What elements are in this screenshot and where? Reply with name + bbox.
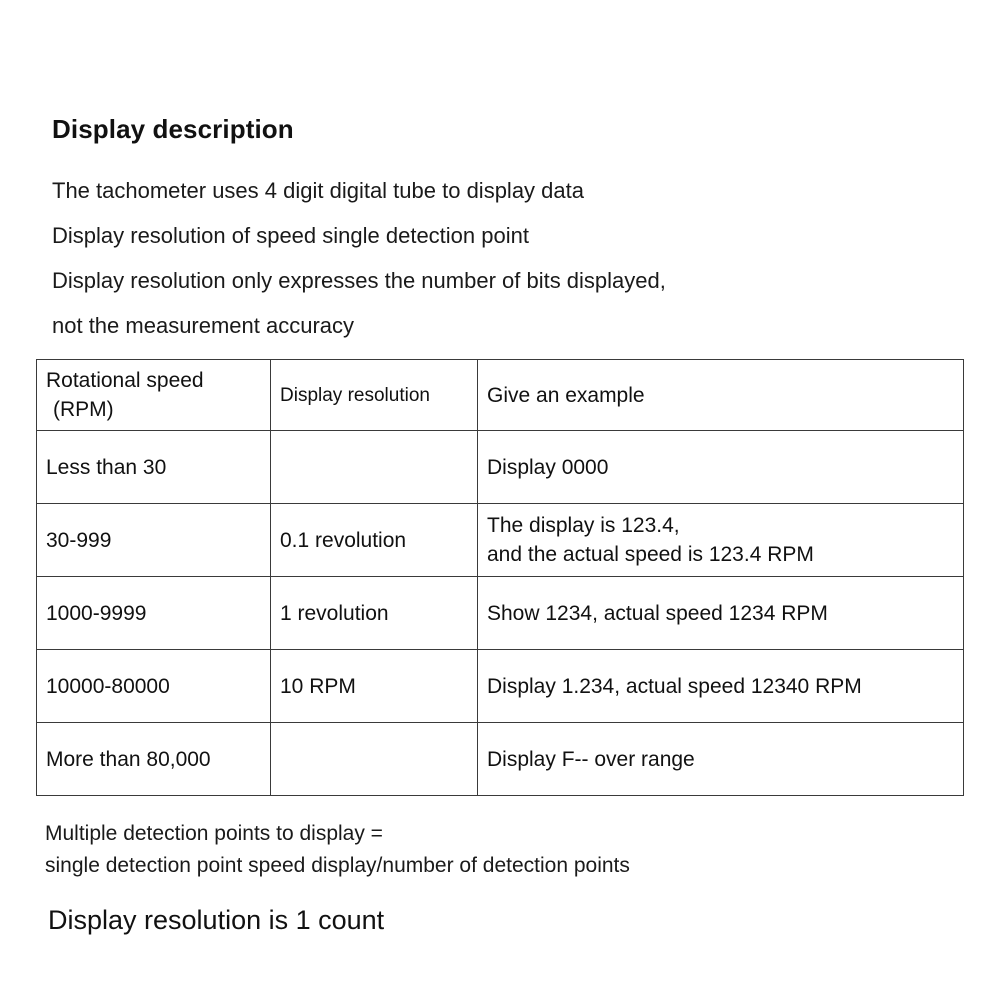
header-cell-display-resolution: Display resolution bbox=[270, 359, 478, 431]
cell-speed-range: 1000-9999 bbox=[36, 576, 271, 650]
speed-range-value: More than 80,000 bbox=[46, 747, 211, 771]
example-line1: Display 1.234, actual speed 12340 RPM bbox=[487, 674, 862, 698]
speed-range-value: Less than 30 bbox=[46, 455, 167, 479]
header-resolution-label: Display resolution bbox=[280, 384, 430, 406]
intro-line: Display resolution of speed single detec… bbox=[52, 223, 529, 248]
header-cell-give-an-example: Give an example bbox=[477, 359, 964, 431]
cell-example: Display 0000 bbox=[477, 430, 964, 504]
header-example-label: Give an example bbox=[487, 383, 645, 407]
cell-resolution bbox=[270, 722, 478, 796]
example-line1: Show 1234, actual speed 1234 RPM bbox=[487, 601, 828, 625]
cell-resolution: 10 RPM bbox=[270, 649, 478, 723]
cell-speed-range: 10000-80000 bbox=[36, 649, 271, 723]
intro-line: Display resolution only expresses the nu… bbox=[52, 268, 666, 293]
note-line: Multiple detection points to display = bbox=[45, 822, 383, 845]
cell-resolution: 1 revolution bbox=[270, 576, 478, 650]
resolution-value: 1 revolution bbox=[280, 601, 389, 625]
intro-paragraph: The tachometer uses 4 digit digital tube… bbox=[52, 168, 952, 348]
table-row: 10000-80000 10 RPM Display 1.234, actual… bbox=[36, 649, 964, 723]
cell-example: Display F-- over range bbox=[477, 722, 964, 796]
cell-example: Show 1234, actual speed 1234 RPM bbox=[477, 576, 964, 650]
speed-range-value: 10000-80000 bbox=[46, 674, 170, 698]
cell-resolution bbox=[270, 430, 478, 504]
resolution-value: 10 RPM bbox=[280, 674, 356, 698]
display-resolution-table: Rotational speed (RPM) Display resolutio… bbox=[36, 359, 964, 796]
table-row: More than 80,000 Display F-- over range bbox=[36, 722, 964, 796]
resolution-value: 0.1 revolution bbox=[280, 528, 407, 552]
table-row: Less than 30 Display 0000 bbox=[36, 430, 964, 504]
example-line1: Display F-- over range bbox=[487, 747, 695, 771]
cell-speed-range: 30-999 bbox=[36, 503, 271, 577]
cell-speed-range: More than 80,000 bbox=[36, 722, 271, 796]
table-header-row: Rotational speed (RPM) Display resolutio… bbox=[36, 359, 964, 431]
example-line1: Display 0000 bbox=[487, 455, 609, 479]
example-line1: The display is 123.4, bbox=[487, 514, 680, 537]
document-page: Display description The tachometer uses … bbox=[0, 0, 1000, 1000]
header-speed-line2: (RPM) bbox=[53, 398, 114, 421]
cell-speed-range: Less than 30 bbox=[36, 430, 271, 504]
note-line: single detection point speed display/num… bbox=[45, 854, 630, 877]
header-speed-line1: Rotational speed bbox=[46, 369, 204, 392]
header-cell-rotational-speed: Rotational speed (RPM) bbox=[36, 359, 271, 431]
example-line2: and the actual speed is 123.4 RPM bbox=[487, 543, 814, 566]
speed-range-value: 1000-9999 bbox=[46, 601, 147, 625]
display-resolution-statement: Display resolution is 1 count bbox=[48, 905, 385, 935]
table-row: 1000-9999 1 revolution Show 1234, actual… bbox=[36, 576, 964, 650]
cell-example: Display 1.234, actual speed 12340 RPM bbox=[477, 649, 964, 723]
page-title: Display description bbox=[52, 114, 294, 145]
intro-line: The tachometer uses 4 digit digital tube… bbox=[52, 178, 584, 203]
speed-range-value: 30-999 bbox=[46, 528, 112, 552]
footer-notes: Multiple detection points to display = s… bbox=[45, 818, 965, 882]
cell-resolution: 0.1 revolution bbox=[270, 503, 478, 577]
cell-example: The display is 123.4, and the actual spe… bbox=[477, 503, 964, 577]
intro-line: not the measurement accuracy bbox=[52, 313, 355, 338]
table-row: 30-999 0.1 revolution The display is 123… bbox=[36, 503, 964, 577]
